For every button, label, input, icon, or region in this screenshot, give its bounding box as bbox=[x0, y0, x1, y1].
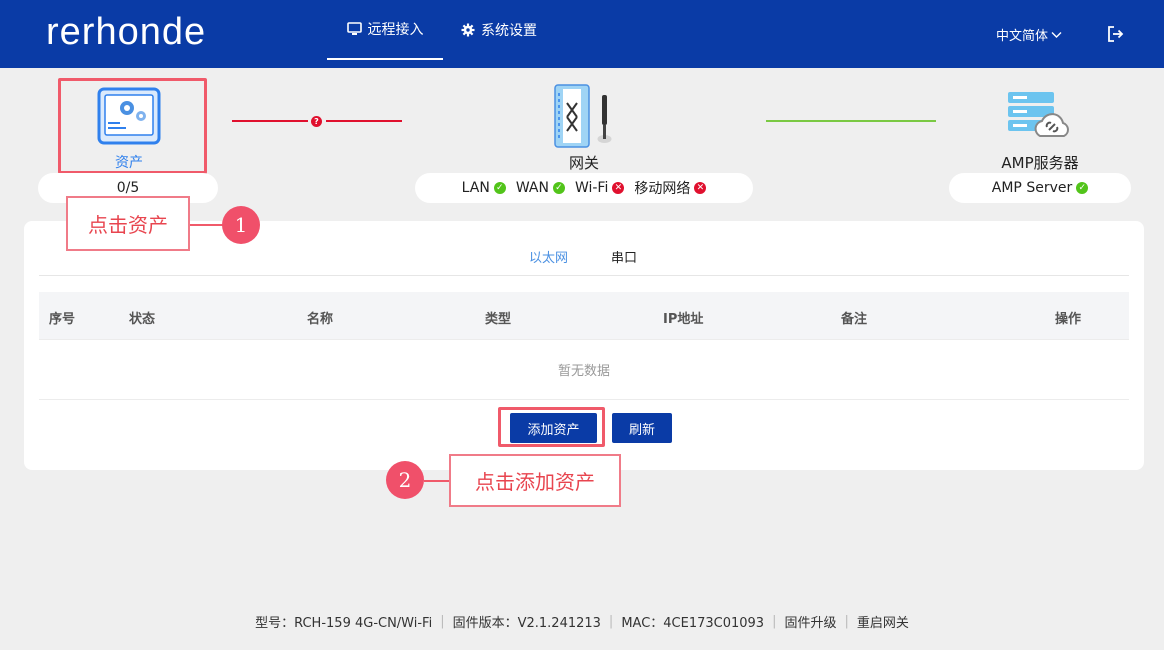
mobile-network-status-label: 移动网络 bbox=[634, 181, 691, 197]
annotation-connector-2 bbox=[424, 480, 450, 482]
nav-system-settings-label: 系统设置 bbox=[481, 23, 537, 39]
gateway-device-icon bbox=[554, 84, 612, 148]
col-index: 序号 bbox=[49, 312, 76, 327]
tab-serial[interactable]: 串口 bbox=[611, 247, 637, 266]
gateway-node-label: 网关 bbox=[568, 154, 599, 172]
lan-status-label: LAN bbox=[461, 180, 490, 196]
col-status: 状态 bbox=[129, 312, 156, 327]
gateway-node-icon bbox=[553, 83, 615, 153]
amp-node-icon bbox=[1006, 90, 1074, 144]
asset-panel: 以太网 串口 序号 状态 名称 类型 IP地址 备注 操作 暂无数据 添加资产 … bbox=[24, 221, 1144, 470]
col-actions: 操作 bbox=[1055, 312, 1082, 327]
link-gateway-amp bbox=[766, 120, 936, 122]
tab-ethernet[interactable]: 以太网 bbox=[529, 247, 568, 266]
refresh-button[interactable]: 刷新 bbox=[612, 413, 672, 443]
footer-separator: | bbox=[844, 614, 849, 629]
gateway-status-pill: LAN ✓ WAN ✓ Wi-Fi ✕ 移动网络 ✕ bbox=[415, 173, 753, 203]
mobile-network-status: 移动网络 ✕ bbox=[634, 178, 707, 198]
asset-node-label[interactable]: 资产 bbox=[90, 152, 168, 172]
annotation-number-2: 2 bbox=[386, 461, 424, 499]
link-asset-gateway-left bbox=[232, 120, 308, 122]
language-selector[interactable]: 中文简体 bbox=[996, 25, 1062, 44]
reboot-gateway-link[interactable]: 重启网关 bbox=[857, 612, 909, 631]
amp-status-pill: AMP Server ✓ bbox=[949, 173, 1131, 203]
lan-status: LAN ✓ bbox=[462, 180, 506, 196]
col-type: 类型 bbox=[485, 312, 512, 327]
check-icon: ✓ bbox=[1076, 182, 1089, 194]
amp-node-label: AMP服务器 bbox=[1001, 154, 1079, 172]
nav-remote-access[interactable]: 远程接入 bbox=[327, 0, 443, 60]
logout-icon bbox=[1108, 26, 1124, 42]
wan-status-label: WAN bbox=[515, 180, 549, 196]
logout-button[interactable] bbox=[1106, 25, 1124, 47]
check-icon: ✓ bbox=[552, 182, 565, 194]
annotation-connector-1 bbox=[190, 224, 224, 226]
footer-separator: | bbox=[772, 614, 777, 629]
annotation-number-1: 1 bbox=[222, 206, 260, 244]
chevron-down-icon bbox=[1051, 31, 1062, 38]
col-remark: 备注 bbox=[841, 312, 868, 327]
footer-mac: MAC：4CE173C01093 bbox=[621, 616, 765, 631]
col-name: 名称 bbox=[307, 312, 334, 327]
language-label: 中文简体 bbox=[996, 29, 1049, 44]
footer-separator: | bbox=[440, 614, 445, 629]
firmware-upgrade-link[interactable]: 固件升级 bbox=[784, 612, 836, 631]
brand-logo[interactable]: rerhonde bbox=[46, 12, 206, 52]
table-header: 序号 状态 名称 类型 IP地址 备注 操作 bbox=[39, 292, 1129, 340]
gear-icon bbox=[461, 23, 475, 37]
add-asset-button[interactable]: 添加资产 bbox=[510, 413, 597, 443]
asset-count: 0/5 bbox=[116, 180, 140, 196]
footer-firmware-version: 固件版本：V2.1.241213 bbox=[452, 616, 601, 631]
footer: 型号：RCH-159 4G-CN/Wi-Fi | 固件版本：V2.1.24121… bbox=[0, 612, 1164, 631]
wifi-status: Wi-Fi ✕ bbox=[574, 180, 625, 196]
close-icon: ✕ bbox=[694, 182, 707, 194]
cloud-server-icon bbox=[1008, 92, 1069, 137]
top-navbar: rerhonde 远程接入 系统设置 中文简体 bbox=[0, 0, 1164, 68]
table-empty-state: 暂无数据 bbox=[39, 340, 1129, 400]
link-asset-gateway-right bbox=[326, 120, 402, 122]
annotation-callout-2: 点击添加资产 bbox=[449, 454, 621, 507]
wifi-status-label: Wi-Fi bbox=[574, 180, 609, 196]
asset-device-icon bbox=[97, 87, 161, 145]
nav-remote-access-label: 远程接入 bbox=[367, 22, 424, 38]
nav-system-settings[interactable]: 系统设置 bbox=[461, 0, 537, 60]
col-ip-address: IP地址 bbox=[663, 312, 704, 327]
footer-separator: | bbox=[608, 614, 614, 629]
monitor-icon bbox=[346, 22, 362, 35]
tab-bar: 以太网 串口 bbox=[39, 221, 1129, 276]
close-icon: ✕ bbox=[612, 182, 625, 194]
footer-model: 型号：RCH-159 4G-CN/Wi-Fi bbox=[255, 616, 433, 631]
check-icon: ✓ bbox=[493, 182, 506, 194]
link-error-icon: ? bbox=[311, 116, 322, 127]
amp-status-label: AMP Server bbox=[991, 180, 1073, 196]
asset-node-icon[interactable] bbox=[97, 87, 161, 149]
annotation-callout-1: 点击资产 bbox=[66, 196, 190, 251]
wan-status: WAN ✓ bbox=[516, 180, 565, 196]
